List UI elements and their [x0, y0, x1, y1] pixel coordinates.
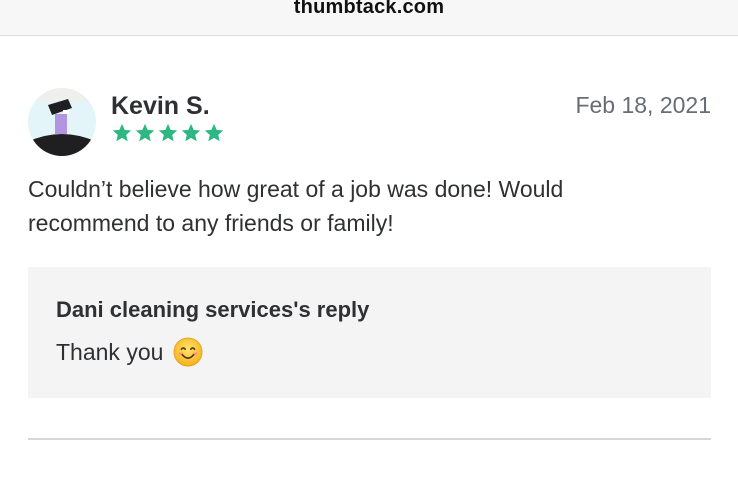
- review-date: Feb 18, 2021: [575, 92, 711, 118]
- smiling-face-icon: [173, 337, 203, 367]
- browser-address-bar[interactable]: thumbtack.com: [0, 0, 738, 36]
- reviewer-avatar: [28, 88, 96, 156]
- star-icon: [158, 123, 178, 142]
- star-icon: [204, 123, 224, 142]
- reply-body: Thank you: [56, 337, 203, 367]
- reply-text: Thank you: [56, 338, 164, 365]
- business-reply: Dani cleaning services's reply Thank you: [28, 267, 711, 398]
- star-icon: [112, 123, 132, 142]
- url-text: thumbtack.com: [293, 0, 445, 18]
- reply-title: Dani cleaning services's reply: [56, 297, 370, 322]
- reviewer-name[interactable]: Kevin S.: [111, 92, 210, 121]
- rating-stars: [111, 122, 225, 144]
- review-text: Couldn’t believe how great of a job was …: [28, 176, 564, 236]
- star-icon: [181, 123, 201, 142]
- divider: [28, 438, 711, 440]
- star-icon: [135, 123, 155, 142]
